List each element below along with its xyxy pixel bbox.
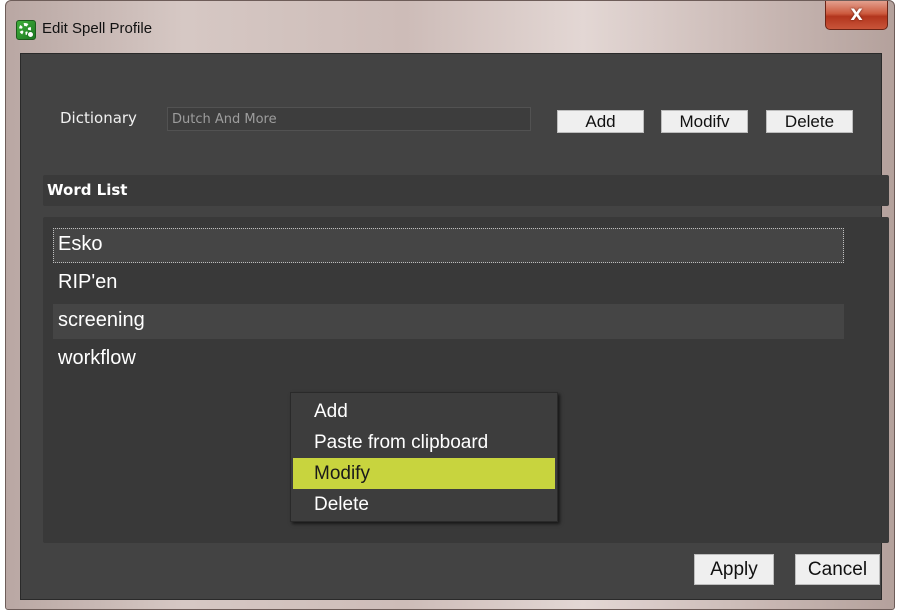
word-list-item[interactable]: screening: [53, 304, 844, 339]
word-list-header: Word List: [43, 175, 889, 206]
dictionary-label: Dictionary: [60, 109, 137, 127]
menu-item-add[interactable]: Add: [293, 396, 555, 427]
menu-item-delete[interactable]: Delete: [293, 489, 555, 520]
window-title: Edit Spell Profile: [42, 20, 153, 37]
green-gear-icon: [16, 20, 36, 40]
word-list-item[interactable]: RIP'en: [53, 266, 844, 301]
menu-item-modify[interactable]: Modify: [293, 458, 555, 489]
dictionary-add-button[interactable]: Add: [557, 110, 644, 133]
word-list-item[interactable]: workflow: [53, 342, 844, 377]
context-menu: Add Paste from clipboard Modify Delete: [290, 392, 558, 522]
close-button[interactable]: X: [825, 1, 888, 30]
menu-item-paste-from-clipboard[interactable]: Paste from clipboard: [293, 427, 555, 458]
word-list-item[interactable]: Esko: [53, 228, 844, 263]
dictionary-delete-button[interactable]: Delete: [766, 110, 853, 133]
apply-button[interactable]: Apply: [694, 554, 774, 585]
title-bar[interactable]: Edit Spell Profile X: [6, 1, 894, 53]
gear-dot-icon: [27, 31, 34, 38]
dictionary-modify-button[interactable]: Modifv: [661, 110, 748, 133]
dictionary-field[interactable]: [167, 107, 531, 131]
cancel-button[interactable]: Cancel: [795, 554, 880, 585]
